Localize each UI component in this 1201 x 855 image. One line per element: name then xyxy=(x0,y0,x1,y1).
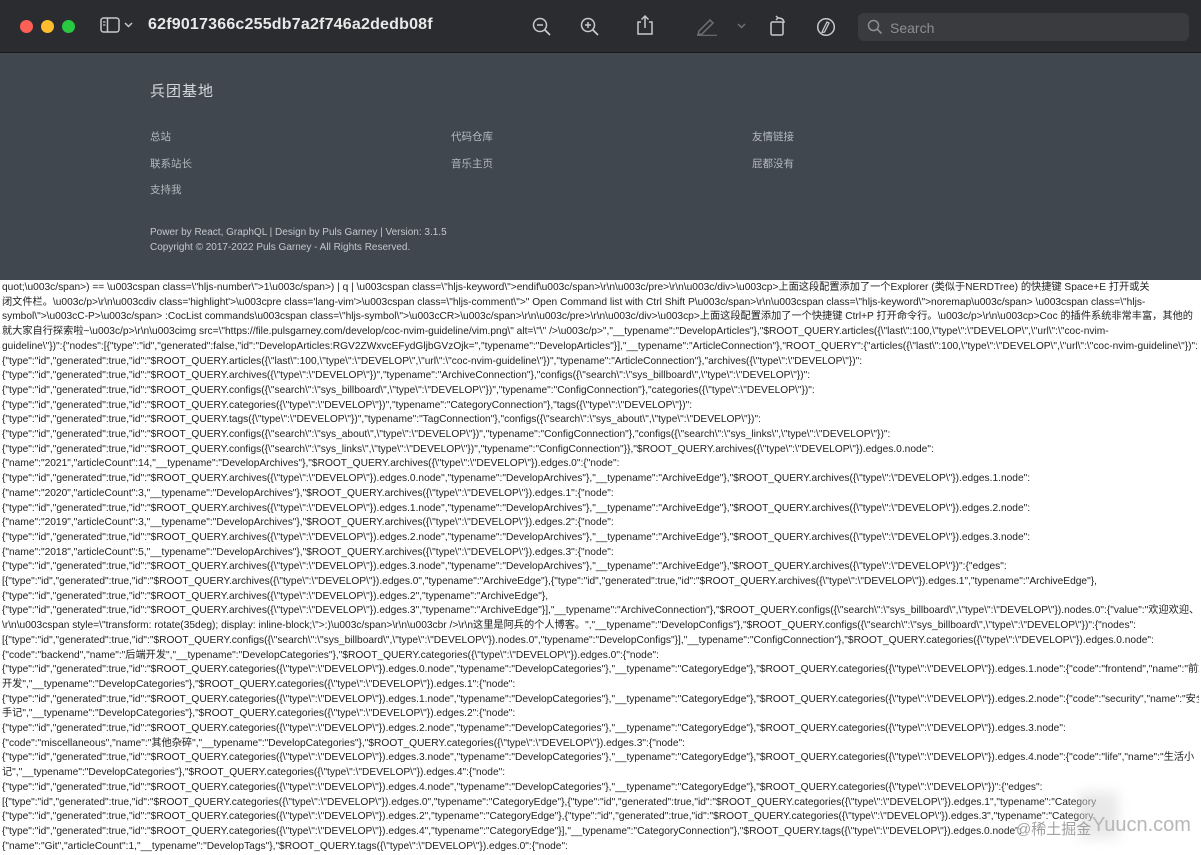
zoom-out-icon[interactable] xyxy=(532,17,552,37)
site-footer: 兵团基地 总站 代码仓库 友情链接 联系站长 音乐主页 屁都没有 支持我 Pow… xyxy=(0,53,1201,280)
dump-line: {"code":"miscellaneous","name":"其他杂碎","_… xyxy=(2,737,685,749)
site-title: 兵团基地 xyxy=(150,83,215,100)
dump-line: {"name":"2018","articleCount":5,"__typen… xyxy=(2,546,614,558)
annotate-icon[interactable] xyxy=(816,17,836,37)
dump-line: guideline\"})":{"nodes":[{"type":"id","g… xyxy=(2,340,1198,352)
dump-line: {"type":"id","generated":true,"id":"$ROO… xyxy=(2,531,1031,543)
dump-line: {"name":"2019","articleCount":3,"__typen… xyxy=(2,517,614,529)
dump-line: [{"type":"id","generated":true,"id":"$RO… xyxy=(2,796,1097,808)
footer-link-contact[interactable]: 联系站长 xyxy=(150,156,192,171)
zoom-in-icon[interactable] xyxy=(580,17,600,37)
dump-line: {"type":"id","generated":true,"id":"$ROO… xyxy=(2,355,863,367)
dump-line: {"type":"id","generated":true,"id":"$ROO… xyxy=(2,399,693,411)
dump-line: {"type":"id","generated":true,"id":"$ROO… xyxy=(2,752,1195,764)
dump-line: {"type":"id","generated":true,"id":"$ROO… xyxy=(2,443,934,455)
dump-line: {"type":"id","generated":true,"id":"$ROO… xyxy=(2,664,1199,676)
dump-line: {"type":"id","generated":true,"id":"$ROO… xyxy=(2,561,1007,573)
footer-link-code-repo[interactable]: 代码仓库 xyxy=(451,129,493,144)
dump-line: {"type":"id","generated":true,"id":"$ROO… xyxy=(2,590,549,602)
chevron-down-icon[interactable] xyxy=(124,22,133,28)
dump-line: {"type":"id","generated":true,"id":"$ROO… xyxy=(2,370,811,382)
copyright-text: Copyright © 2017-2022 Puls Garney - All … xyxy=(150,242,411,253)
footer-link-nothing[interactable]: 屁都没有 xyxy=(752,156,794,171)
dump-line: 闭文件栏。\u003c/p>\r\n\u003cdiv class='highl… xyxy=(2,296,1146,308)
dump-line: quot;\u003c/span>) == \u003cspan class=\… xyxy=(2,282,1150,293)
window-titlebar: 62f9017366c255db7a2f746a2dedb08f xyxy=(0,0,1201,53)
search-field[interactable] xyxy=(858,13,1189,41)
markup-pen-icon[interactable] xyxy=(696,16,718,36)
sidebar-icon[interactable] xyxy=(100,17,120,33)
dump-line: 开发","__typename":"DevelopCategories"},"$… xyxy=(2,678,516,690)
footer-link-music[interactable]: 音乐主页 xyxy=(451,156,493,171)
document-title: 62f9017366c255db7a2f746a2dedb08f xyxy=(148,16,433,33)
dump-line: [{"type":"id","generated":true,"id":"$RO… xyxy=(2,634,1154,646)
dump-line: \r\n\u003cspan style=\"transform: rotate… xyxy=(2,620,1137,632)
dump-line: {"type":"id","generated":true,"id":"$ROO… xyxy=(2,414,761,426)
search-icon xyxy=(867,19,883,40)
dump-line: {"type":"id","generated":true,"id":"$ROO… xyxy=(2,781,1043,793)
dump-line: {"name":"2021","articleCount":14,"__type… xyxy=(2,458,620,470)
raw-data-dump: quot;\u003c/span>) == \u003cspan class=\… xyxy=(0,280,1201,855)
powered-by-text: Power by React, GraphQL | Design by Puls… xyxy=(150,227,447,238)
dump-line: {"code":"backend","name":"后端开发","__typen… xyxy=(2,649,659,661)
dump-line: 手记","__typename":"DevelopCategories"},"$… xyxy=(2,708,516,720)
dump-line: {"type":"id","generated":true,"id":"$ROO… xyxy=(2,605,1199,617)
dump-line: 记","__typename":"DevelopCategories"},"$R… xyxy=(2,767,506,779)
rotate-icon[interactable] xyxy=(769,15,789,37)
share-icon[interactable] xyxy=(636,14,654,36)
dump-line: {"type":"id","generated":true,"id":"$ROO… xyxy=(2,429,891,440)
watermark-right: Yuucn.com xyxy=(1092,814,1191,836)
dump-line: symbol\">\u003cC-P>\u003c/span> :CocList… xyxy=(2,311,1193,323)
dump-line: [{"type":"id","generated":true,"id":"$RO… xyxy=(2,576,1097,587)
zoom-window-button[interactable] xyxy=(62,20,75,33)
close-window-button[interactable] xyxy=(20,20,33,33)
dump-line: {"name":"Git","articleCount":1,"__typena… xyxy=(2,840,568,852)
dump-line: {"type":"id","generated":true,"id":"$ROO… xyxy=(2,502,1031,514)
footer-link-support[interactable]: 支持我 xyxy=(150,182,182,197)
minimize-window-button[interactable] xyxy=(41,20,54,33)
dump-line: {"type":"id","generated":true,"id":"$ROO… xyxy=(2,693,1199,705)
footer-link-main-site[interactable]: 总站 xyxy=(150,129,171,144)
chevron-down-icon[interactable] xyxy=(737,23,746,29)
watermark-left: @稀土掘金 xyxy=(1016,821,1092,838)
dump-line: {"name":"2020","articleCount":3,"__typen… xyxy=(2,487,614,499)
search-input[interactable] xyxy=(888,17,1182,39)
dump-line: {"type":"id","generated":true,"id":"$ROO… xyxy=(2,723,1066,734)
dump-line: 就大家自行探索啦~\u003c/p>\r\n\u003cimg src=\"ht… xyxy=(2,326,1109,338)
dump-line: {"type":"id","generated":true,"id":"$ROO… xyxy=(2,384,815,396)
dump-line: {"type":"id","generated":true,"id":"$ROO… xyxy=(2,473,1031,485)
footer-link-friend-links[interactable]: 友情链接 xyxy=(752,129,794,144)
